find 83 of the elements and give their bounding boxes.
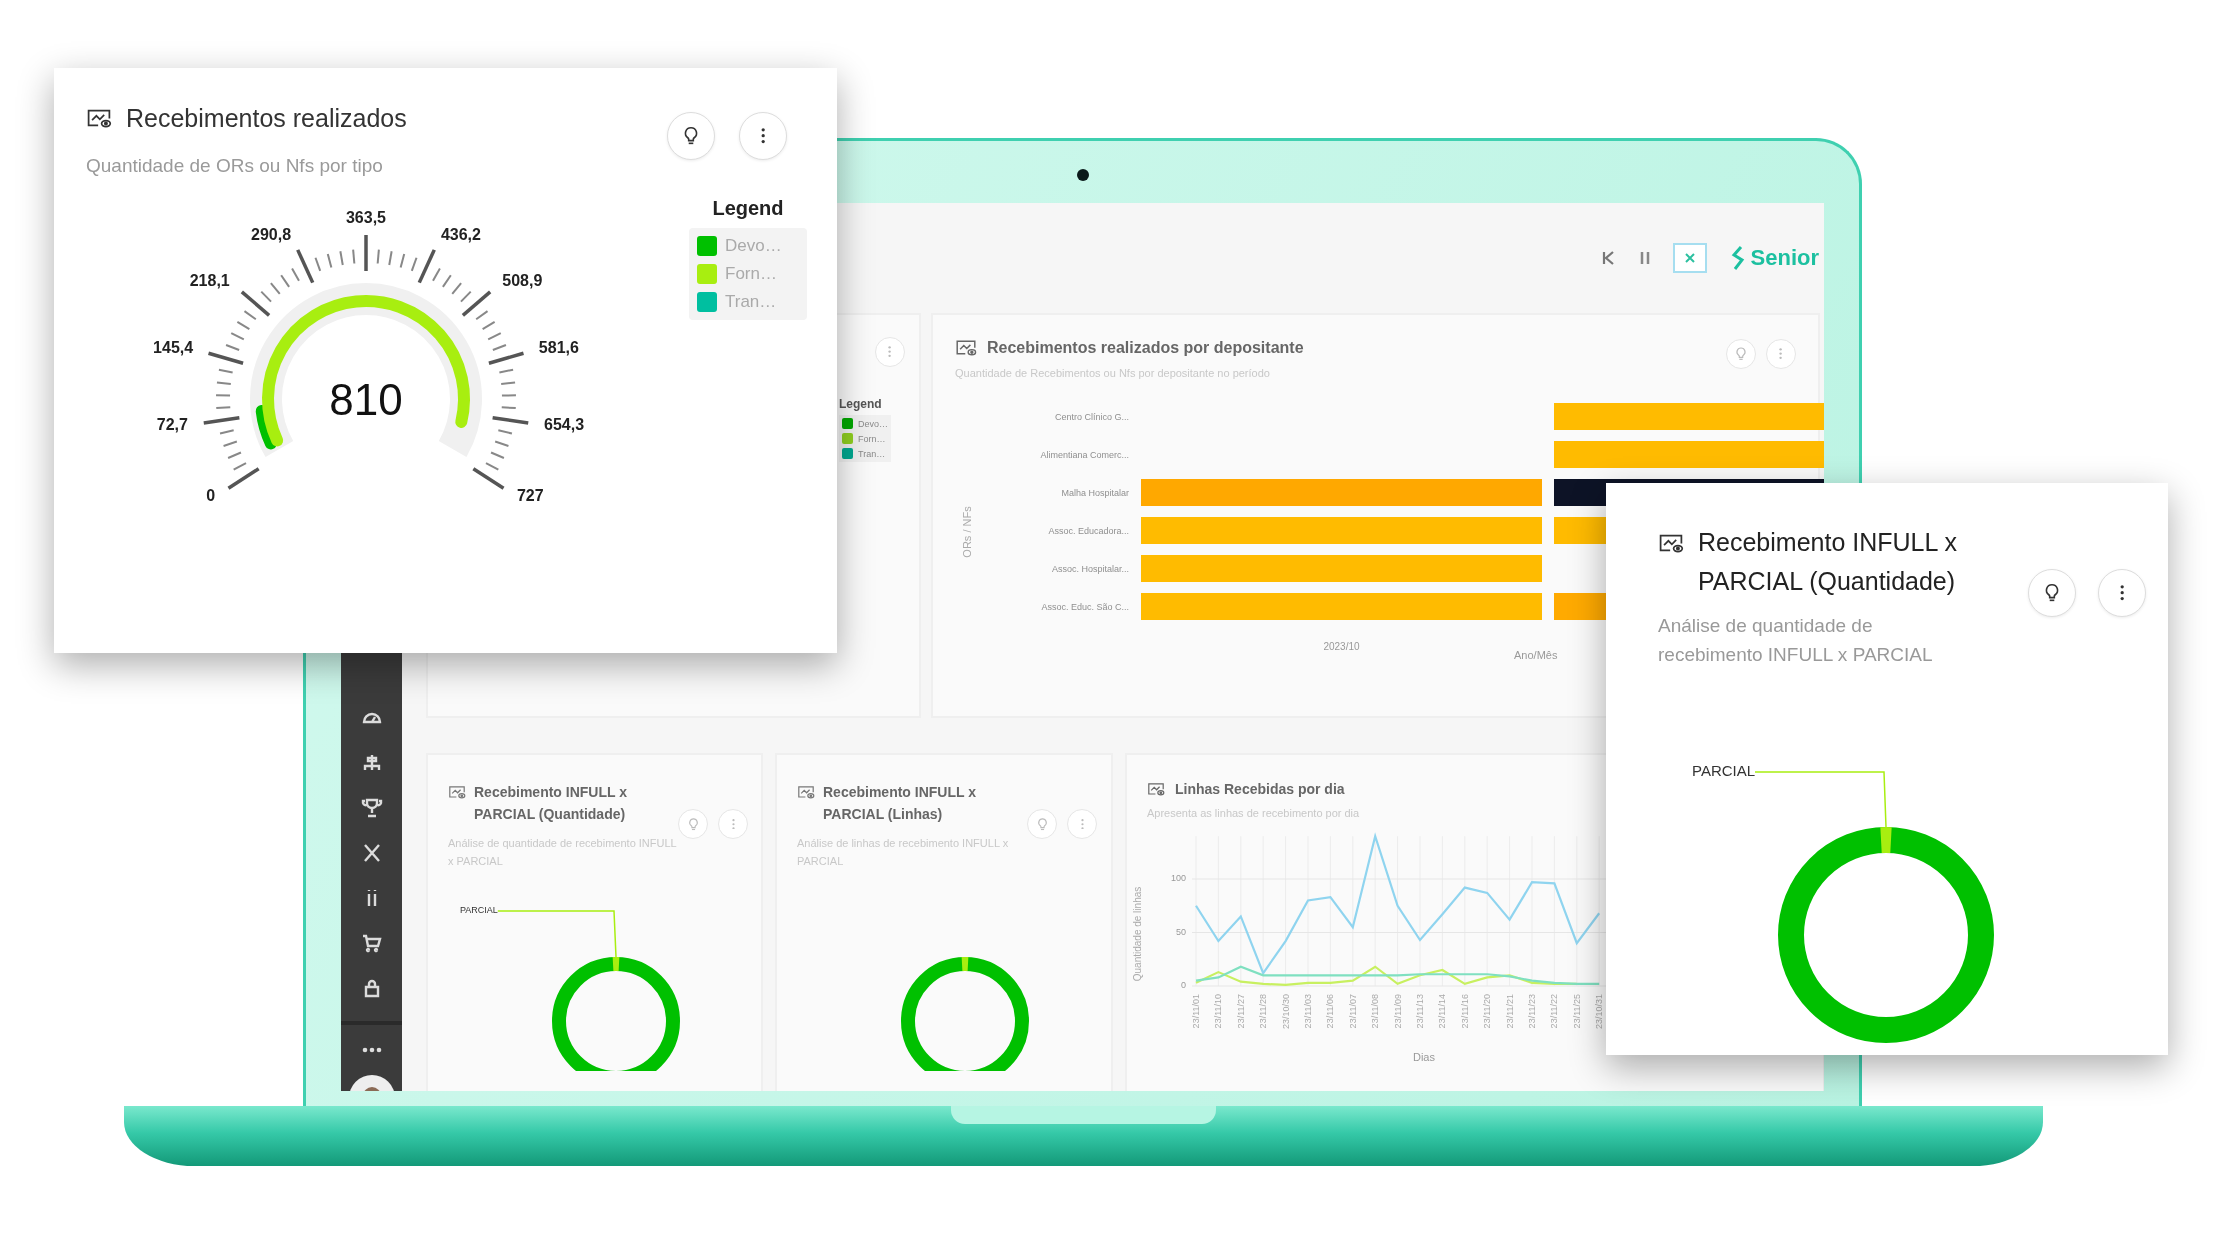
close-icon — [1683, 252, 1696, 264]
chart-icon — [955, 339, 977, 357]
axis-tick-label: 23/10/31 — [1594, 994, 1605, 1030]
tick-label: 727 — [516, 487, 544, 505]
chart-icon — [448, 785, 466, 800]
chart-icon — [1658, 533, 1684, 554]
axis-tick-label: 23/10/30 — [1280, 994, 1291, 1030]
chart-icon — [797, 785, 815, 800]
more-icon — [1779, 348, 1783, 360]
chart-icon — [86, 108, 112, 129]
tick-label: 72,7 — [156, 415, 188, 433]
legend-label[interactable]: Tran… — [725, 292, 777, 312]
tick-label: 218,1 — [189, 271, 230, 289]
legend-label[interactable]: Devo… — [725, 236, 782, 256]
camera-icon — [1076, 169, 1089, 181]
more-icon — [888, 346, 892, 358]
axis-tick-label: 23/11/07 — [1347, 994, 1358, 1029]
legend-label[interactable]: Forn… — [858, 433, 886, 444]
more-icon — [2119, 585, 2125, 601]
axis-tick-label: 2023/10 — [1322, 640, 1361, 652]
axis-tick-label: 23/11/13 — [1415, 994, 1425, 1029]
axis-tick-label: 23/11/28 — [1258, 994, 1269, 1029]
axis-tick-label: 23/11/25 — [1571, 994, 1582, 1029]
axis-title: Dias — [1413, 1051, 1435, 1063]
card-subtitle: Análise de quantidade de recebimento INFULL x PARCIAL — [1658, 613, 1934, 667]
tip-button[interactable] — [2028, 569, 2076, 617]
axis-tick-label: 23/11/22 — [1549, 994, 1560, 1029]
category-label: Centro Clínico G... — [1053, 411, 1129, 422]
card-title: Recebimentos realizados por depositante — [987, 339, 1304, 357]
tip-button[interactable] — [667, 112, 715, 160]
axis-tick-label: 23/11/06 — [1325, 994, 1336, 1029]
tick-label: 654,3 — [544, 415, 585, 433]
card-title: Recebimento INFULL x PARCIAL (Quantidade) — [474, 783, 628, 825]
legend-label[interactable]: Tran… — [858, 448, 886, 459]
brand-name: Senior — [1750, 245, 1819, 271]
tick-label: 436,2 — [440, 225, 481, 243]
card-subtitle: Quantidade de ORs ou Nfs por tipo — [86, 155, 384, 177]
tick-label: 0 — [206, 487, 216, 505]
tick-label: 508,9 — [502, 271, 543, 289]
more-icon — [760, 128, 766, 144]
card-title: Recebimento INFULL x PARCIAL (Quantidade) — [1698, 527, 1958, 597]
tick-label: 145,4 — [153, 339, 194, 356]
axis-tick-label: 23/11/23 — [1527, 994, 1537, 1029]
axis-title: Quantidade de linhas — [1132, 886, 1143, 982]
legend-title: Legend — [839, 397, 882, 411]
axis-tick-label: 50 — [1176, 926, 1186, 937]
gauge-value: 810 — [329, 374, 403, 424]
axis-tick-label: 23/11/27 — [1235, 994, 1246, 1029]
axis-tick-label: 0 — [1181, 980, 1186, 991]
callout-label: PARCIAL — [460, 905, 498, 916]
card-title: Recebimento INFULL x PARCIAL (Linhas) — [823, 783, 977, 825]
more-icon — [1080, 818, 1084, 830]
trophy-icon[interactable] — [359, 796, 384, 820]
axis-tick-label: 100 — [1170, 873, 1186, 884]
more-icon — [731, 818, 735, 830]
chart-icon — [1147, 781, 1165, 797]
category-label: Assoc. Hospitalar... — [1050, 563, 1129, 574]
card-title: Linhas Recebidas por dia — [1175, 781, 1345, 797]
tick-label: 290,8 — [251, 225, 292, 243]
category-label: Alimentiana Comerc... — [1039, 449, 1129, 460]
category-label: Assoc. Educadora... — [1047, 525, 1129, 536]
tick-label: 363,5 — [346, 209, 386, 227]
lightbulb-icon — [1733, 346, 1749, 362]
axis-tick-label: 23/11/09 — [1392, 994, 1403, 1029]
legend-title: Legend — [712, 197, 784, 220]
category-label: Assoc. Educ. São C... — [1040, 601, 1129, 612]
axis-tick-label: 23/11/21 — [1504, 994, 1515, 1029]
axis-tick-label: 23/11/14 — [1437, 994, 1448, 1029]
axis-tick-label: 23/11/01 — [1191, 994, 1201, 1029]
axis-tick-label: 23/11/08 — [1370, 994, 1381, 1029]
legend-label[interactable]: Forn… — [725, 264, 777, 284]
callout-label: PARCIAL — [1692, 762, 1756, 780]
axis-tick-label: 23/11/20 — [1482, 994, 1493, 1029]
category-label: Malha Hospitalar — [1060, 487, 1129, 498]
pause-icon[interactable] — [1638, 251, 1651, 265]
card-title: Recebimentos realizados — [126, 104, 407, 133]
axis-title: ORs / NFs — [961, 506, 973, 558]
tick-label: 581,6 — [538, 339, 579, 356]
axis-tick-label: 23/11/10 — [1213, 994, 1224, 1029]
axis-title: Ano/Mês — [1514, 649, 1558, 661]
axis-tick-label: 23/11/16 — [1459, 994, 1470, 1029]
axis-tick-label: 23/11/03 — [1303, 994, 1313, 1029]
legend-label[interactable]: Devo… — [858, 418, 888, 429]
